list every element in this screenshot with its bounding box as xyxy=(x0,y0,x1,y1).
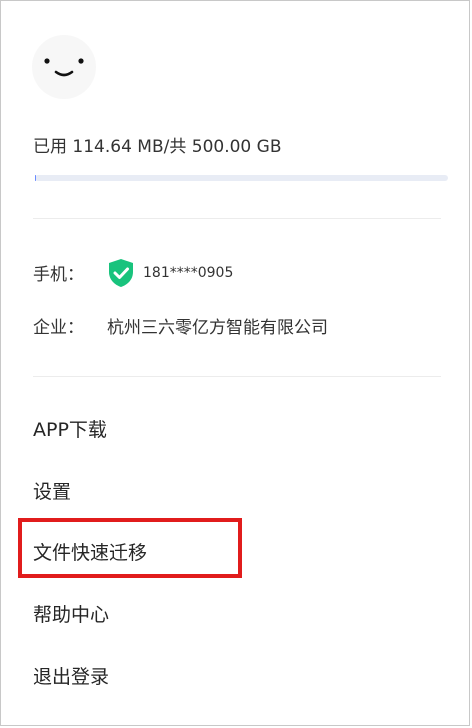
menu-item-help-center[interactable]: 帮助中心 xyxy=(33,600,109,627)
company-name: 杭州三六零亿方智能有限公司 xyxy=(107,318,328,338)
phone-label: 手机： xyxy=(33,265,84,285)
menu-item-app-download[interactable]: APP下载 xyxy=(33,415,107,442)
phone-row: 181****0905 xyxy=(107,258,233,288)
avatar[interactable] xyxy=(31,34,97,100)
smiley-face-icon xyxy=(32,35,96,99)
menu-item-logout[interactable]: 退出登录 xyxy=(33,662,109,689)
storage-usage-text: 已用 114.64 MB/共 500.00 GB xyxy=(33,137,282,157)
company-label: 企业： xyxy=(33,318,84,338)
divider xyxy=(33,376,441,377)
menu-item-file-migration[interactable]: 文件快速迁移 xyxy=(33,538,147,565)
divider xyxy=(33,218,441,219)
menu-item-settings[interactable]: 设置 xyxy=(33,477,71,504)
storage-progress-fill xyxy=(35,175,37,181)
phone-number: 181****0905 xyxy=(143,265,234,281)
storage-progress-bar xyxy=(35,175,448,181)
shield-check-icon xyxy=(109,259,133,287)
account-dropdown-panel: 已用 114.64 MB/共 500.00 GB 手机： 181****0905… xyxy=(0,0,470,726)
